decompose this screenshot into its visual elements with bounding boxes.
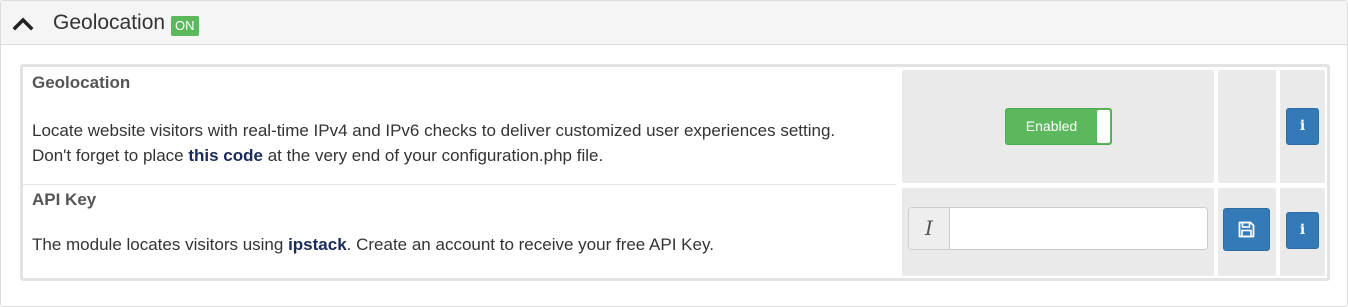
- input-cell: I: [902, 188, 1214, 276]
- setting-title: Geolocation: [32, 73, 131, 92]
- status-badge: ON: [171, 16, 199, 36]
- settings-table: Geolocation Locate website visitors with…: [20, 64, 1330, 281]
- chevron-up-icon[interactable]: [11, 13, 35, 33]
- setting-text-line2-before: Don't forget to place: [32, 146, 189, 165]
- setting-description: API Key The module locates visitors usin…: [23, 185, 896, 278]
- enabled-toggle[interactable]: Enabled: [1005, 108, 1112, 145]
- ipstack-link[interactable]: ipstack: [288, 235, 347, 254]
- save-icon: [1238, 221, 1255, 238]
- toggle-cell: Enabled: [902, 70, 1214, 183]
- info-cell: i: [1280, 188, 1325, 276]
- geolocation-panel: Geolocation ON Geolocation Locate websit…: [0, 0, 1348, 307]
- panel-heading[interactable]: Geolocation ON: [1, 1, 1347, 45]
- info-icon: i: [1299, 222, 1306, 238]
- info-icon: i: [1299, 118, 1306, 134]
- text-cursor-icon: I: [909, 208, 950, 249]
- info-button[interactable]: i: [1286, 108, 1319, 145]
- info-button[interactable]: i: [1286, 212, 1319, 249]
- toggle-knob[interactable]: [1097, 110, 1110, 143]
- api-key-input-group: I: [908, 207, 1208, 250]
- setting-text: The module locates visitors using ipstac…: [32, 232, 714, 257]
- setting-row-geolocation: Geolocation Locate website visitors with…: [23, 67, 1327, 185]
- save-button[interactable]: [1223, 208, 1270, 251]
- setting-description: Geolocation Locate website visitors with…: [23, 67, 896, 185]
- setting-title: API Key: [32, 190, 97, 209]
- save-cell: [1218, 188, 1276, 276]
- setting-text: Locate website visitors with real-time I…: [32, 118, 835, 168]
- toggle-label: Enabled: [1025, 118, 1078, 134]
- setting-text-line2-after: at the very end of your configuration.ph…: [262, 146, 604, 165]
- panel-title: Geolocation: [53, 11, 166, 34]
- this-code-link[interactable]: this code: [188, 146, 263, 165]
- setting-text-after: . Create an account to receive your free…: [346, 235, 714, 254]
- info-cell: i: [1280, 70, 1325, 183]
- api-key-input[interactable]: [950, 208, 1207, 249]
- setting-row-api-key: API Key The module locates visitors usin…: [23, 185, 1327, 278]
- setting-text-before: The module locates visitors using: [32, 235, 289, 254]
- setting-text-line1: Locate website visitors with real-time I…: [32, 121, 836, 140]
- empty-cell: [1218, 70, 1276, 183]
